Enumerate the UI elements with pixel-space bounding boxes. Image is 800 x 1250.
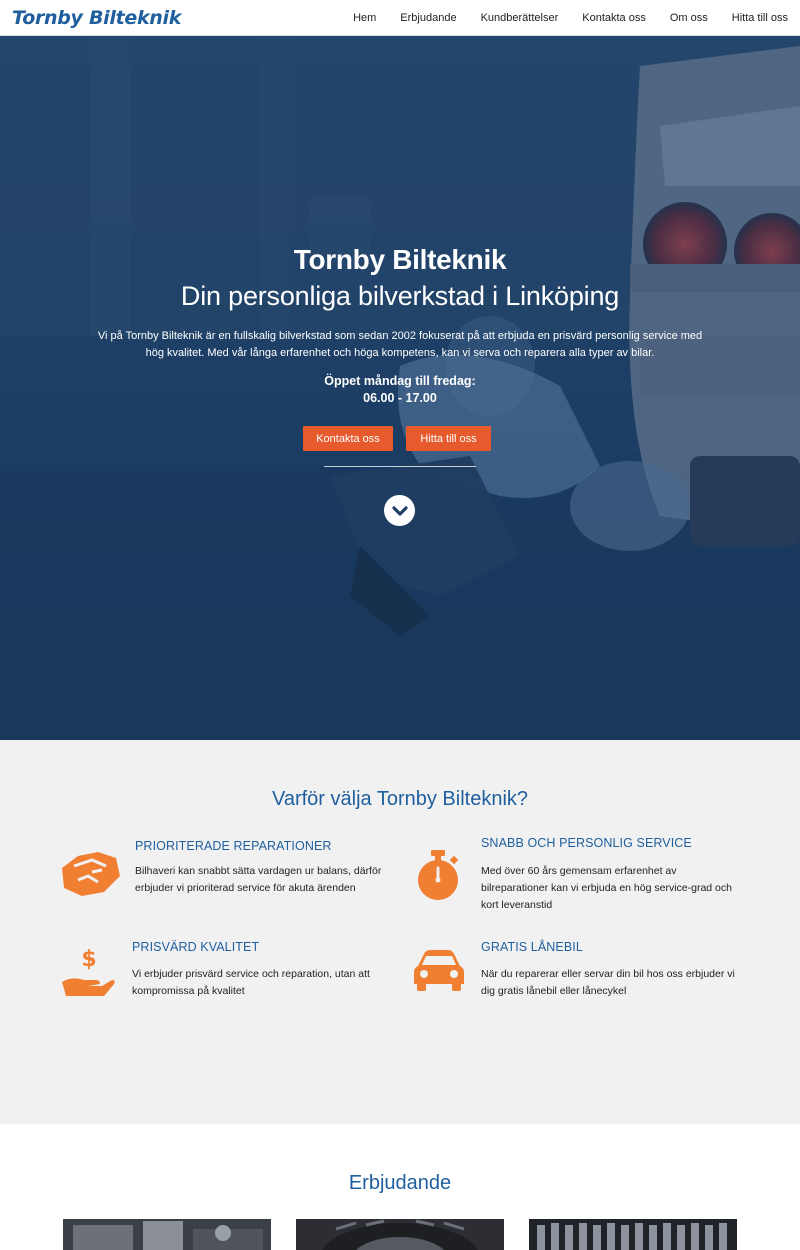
- svg-text:$: $: [81, 947, 96, 972]
- offer-image-engine[interactable]: [63, 1219, 271, 1250]
- nav-item-erbjudande[interactable]: Erbjudande: [400, 12, 456, 24]
- feature-fast-service: SNABB OCH PERSONLIG SERVICE Med över 60 …: [414, 834, 754, 914]
- contact-button[interactable]: Kontakta oss: [303, 426, 393, 451]
- nav-item-hem[interactable]: Hem: [353, 12, 376, 24]
- stopwatch-icon: [418, 850, 459, 900]
- main-menu: Hem Erbjudande Kundberättelser Kontakta …: [329, 12, 788, 24]
- feature-text: När du reparerar eller servar din bil ho…: [481, 968, 735, 997]
- nav-item-kontakta-oss[interactable]: Kontakta oss: [582, 12, 646, 24]
- nav-item-om-oss[interactable]: Om oss: [670, 12, 708, 24]
- offers-title: Erbjudande: [348, 1172, 452, 1194]
- feature-title: GRATIS LÅNEBIL: [481, 940, 583, 954]
- hero-divider: [324, 466, 476, 467]
- feature-prioritized-repairs: PRIORITERADE REPARATIONER Bilhaveri kan …: [58, 836, 398, 916]
- scroll-down-button[interactable]: [384, 495, 415, 526]
- car-icon: [414, 950, 464, 991]
- nav-item-kundberattelser[interactable]: Kundberättelser: [481, 12, 559, 24]
- why-choose-us-section: Varför välja Tornby Bilteknik? PRIORITER…: [0, 740, 800, 1124]
- feature-free-loan-car: GRATIS LÅNEBIL När du reparerar eller se…: [414, 938, 754, 1008]
- nav-item-hitta-till-oss[interactable]: Hitta till oss: [732, 12, 788, 24]
- opening-days: Öppet måndag till fredag:: [324, 374, 476, 388]
- feature-text: Bilhaveri kan snabbt sätta vardagen ur b…: [135, 865, 382, 894]
- chevron-down-icon: [391, 505, 408, 516]
- hero-subtitle: Din personliga bilverkstad i Linköping: [180, 281, 620, 311]
- hero-title: Tornby Bilteknik: [293, 244, 507, 275]
- find-us-button[interactable]: Hitta till oss: [406, 426, 491, 451]
- feature-title: SNABB OCH PERSONLIG SERVICE: [481, 836, 692, 850]
- money-hand-icon: $: [62, 947, 115, 996]
- feature-title: PRISVÄRD KVALITET: [132, 940, 260, 954]
- offer-image-tools[interactable]: [529, 1219, 737, 1250]
- hero-section: Tornby Bilteknik Din personliga bilverks…: [0, 36, 800, 740]
- opening-hours: 06.00 - 17.00: [363, 391, 437, 405]
- offer-image-tire[interactable]: [296, 1219, 504, 1250]
- feature-title: PRIORITERADE REPARATIONER: [135, 839, 332, 853]
- handshake-icon: [62, 852, 120, 896]
- site-logo[interactable]: Tornby Bilteknik: [12, 7, 181, 29]
- top-navbar: Tornby Bilteknik Hem Erbjudande Kundberä…: [0, 0, 800, 36]
- feature-affordable-quality: $ PRISVÄRD KVALITET Vi erbjuder prisvärd…: [58, 938, 398, 1008]
- why-title: Varför välja Tornby Bilteknik?: [271, 788, 529, 810]
- hero-content: Tornby Bilteknik Din personliga bilverks…: [0, 36, 800, 740]
- feature-text: Vi erbjuder prisvärd service och reparat…: [132, 968, 370, 997]
- hero-description: Vi på Tornby Bilteknik är en fullskalig …: [97, 330, 703, 359]
- feature-text: Med över 60 års gemensam erfarenhet av b…: [481, 865, 732, 911]
